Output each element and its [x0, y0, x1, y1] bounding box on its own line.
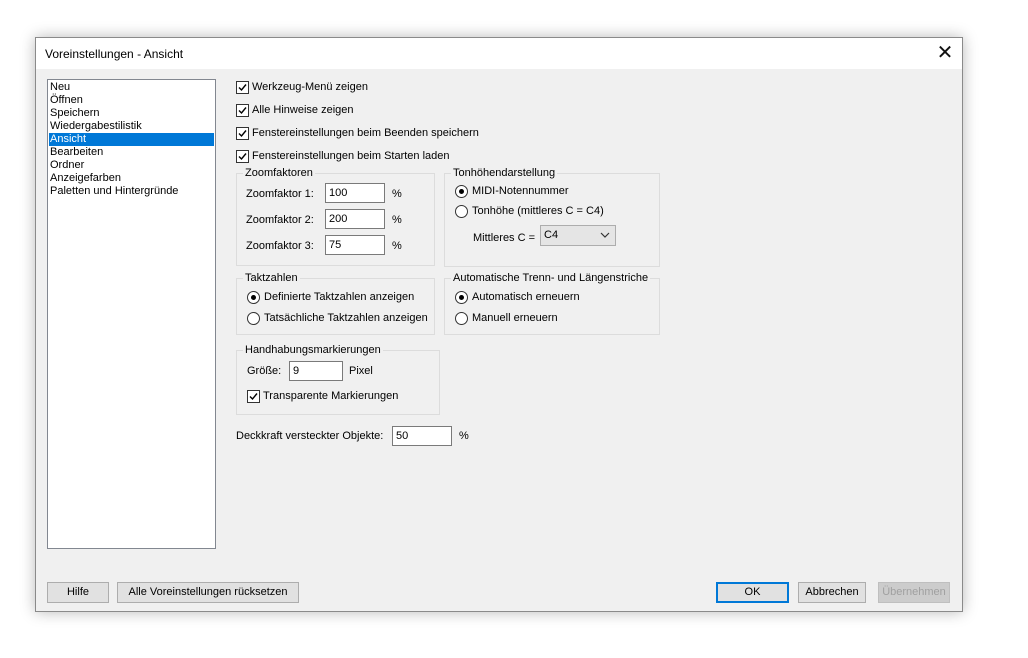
checkbox-label: Fenstereinstellungen beim Beenden speich…	[252, 127, 479, 139]
zoom-factors-group: Zoomfaktoren Zoomfaktor 1: % Zoomfaktor …	[236, 166, 435, 266]
check-icon	[238, 153, 247, 161]
category-item-ordner[interactable]: Ordner	[49, 159, 214, 172]
percent-unit: %	[459, 430, 469, 442]
radio-circle[interactable]	[455, 291, 468, 304]
category-item-wiedergabestilistik[interactable]: Wiedergabestilistik	[49, 120, 214, 133]
title-bar: Voreinstellungen - Ansicht ✕	[36, 38, 962, 69]
group-legend: Automatische Trenn- und Längenstriche	[451, 271, 651, 285]
radio-label: Tonhöhe (mittleres C = C4)	[472, 205, 604, 217]
category-list[interactable]: Neu Öffnen Speichern Wiedergabestilistik…	[47, 79, 216, 549]
group-legend: Handhabungsmarkierungen	[243, 343, 383, 357]
category-item-oeffnen[interactable]: Öffnen	[49, 94, 214, 107]
radio-label: Automatisch erneuern	[472, 291, 580, 303]
handle-size-label: Größe:	[247, 365, 282, 377]
radio-circle[interactable]	[455, 185, 468, 198]
radio-circle[interactable]	[455, 205, 468, 218]
pixel-unit: Pixel	[349, 365, 373, 377]
handle-size-input[interactable]	[289, 361, 343, 381]
checkbox-label: Alle Hinweise zeigen	[252, 104, 354, 116]
hidden-objects-opacity-label: Deckkraft versteckter Objekte:	[236, 430, 384, 442]
help-button[interactable]: Hilfe	[47, 582, 109, 603]
reset-all-button[interactable]: Alle Voreinstellungen rücksetzen	[117, 582, 299, 603]
radio-dot	[459, 295, 464, 300]
radio-dot	[251, 295, 256, 300]
middle-c-label: Mittleres C =	[473, 232, 536, 244]
checkbox-box[interactable]	[236, 150, 249, 163]
percent-unit: %	[392, 240, 402, 252]
percent-unit: %	[392, 188, 402, 200]
percent-unit: %	[392, 214, 402, 226]
chevron-down-icon	[600, 232, 610, 238]
category-item-bearbeiten[interactable]: Bearbeiten	[49, 146, 214, 159]
category-item-neu[interactable]: Neu	[49, 81, 214, 94]
zoom-factor-1-input[interactable]	[325, 183, 385, 203]
dialog-title: Voreinstellungen - Ansicht	[45, 47, 184, 61]
category-item-speichern[interactable]: Speichern	[49, 107, 214, 120]
radio-circle[interactable]	[247, 291, 260, 304]
preferences-dialog: Voreinstellungen - Ansicht ✕ Neu Öffnen …	[35, 37, 963, 612]
check-icon	[249, 393, 258, 401]
category-item-anzeigefarben[interactable]: Anzeigefarben	[49, 172, 214, 185]
middle-c-value: C4	[544, 229, 559, 241]
ok-button[interactable]: OK	[716, 582, 789, 603]
zoom-factor-2-input[interactable]	[325, 209, 385, 229]
check-icon	[238, 84, 247, 92]
checkbox-label: Transparente Markierungen	[263, 390, 399, 402]
hidden-objects-opacity-input[interactable]	[392, 426, 452, 446]
checkbox-box[interactable]	[247, 390, 260, 403]
barlines-group: Automatische Trenn- und Längenstriche Au…	[444, 271, 660, 335]
radio-label: Definierte Taktzahlen anzeigen	[264, 291, 415, 303]
cancel-button[interactable]: Abbrechen	[798, 582, 866, 603]
zoom-factor-1-label: Zoomfaktor 1:	[246, 188, 314, 200]
checkbox-label: Werkzeug-Menü zeigen	[252, 81, 368, 93]
middle-c-select[interactable]: C4	[540, 225, 616, 246]
radio-circle[interactable]	[247, 312, 260, 325]
category-item-paletten[interactable]: Paletten und Hintergründe	[49, 185, 214, 198]
handles-group: Handhabungsmarkierungen Größe: Pixel Tra…	[236, 343, 440, 415]
group-legend: Zoomfaktoren	[243, 166, 315, 180]
check-icon	[238, 107, 247, 115]
zoom-factor-3-input[interactable]	[325, 235, 385, 255]
radio-label: Manuell erneuern	[472, 312, 558, 324]
group-legend: Tonhöhendarstellung	[451, 166, 558, 180]
radio-circle[interactable]	[455, 312, 468, 325]
group-legend: Taktzahlen	[243, 271, 300, 285]
measure-numbers-group: Taktzahlen Definierte Taktzahlen anzeige…	[236, 271, 435, 335]
radio-label: Tatsächliche Taktzahlen anzeigen	[264, 312, 428, 324]
checkbox-box[interactable]	[236, 127, 249, 140]
apply-button[interactable]: Übernehmen	[878, 582, 950, 603]
radio-label: MIDI-Notennummer	[472, 185, 569, 197]
radio-dot	[459, 189, 464, 194]
checkbox-label: Fenstereinstellungen beim Starten laden	[252, 150, 450, 162]
pitch-display-group: Tonhöhendarstellung MIDI-Notennummer Ton…	[444, 166, 660, 267]
checkbox-box[interactable]	[236, 104, 249, 117]
checkbox-box[interactable]	[236, 81, 249, 94]
category-item-ansicht[interactable]: Ansicht	[49, 133, 214, 146]
check-icon	[238, 130, 247, 138]
zoom-factor-3-label: Zoomfaktor 3:	[246, 240, 314, 252]
close-icon[interactable]: ✕	[932, 40, 958, 66]
zoom-factor-2-label: Zoomfaktor 2:	[246, 214, 314, 226]
